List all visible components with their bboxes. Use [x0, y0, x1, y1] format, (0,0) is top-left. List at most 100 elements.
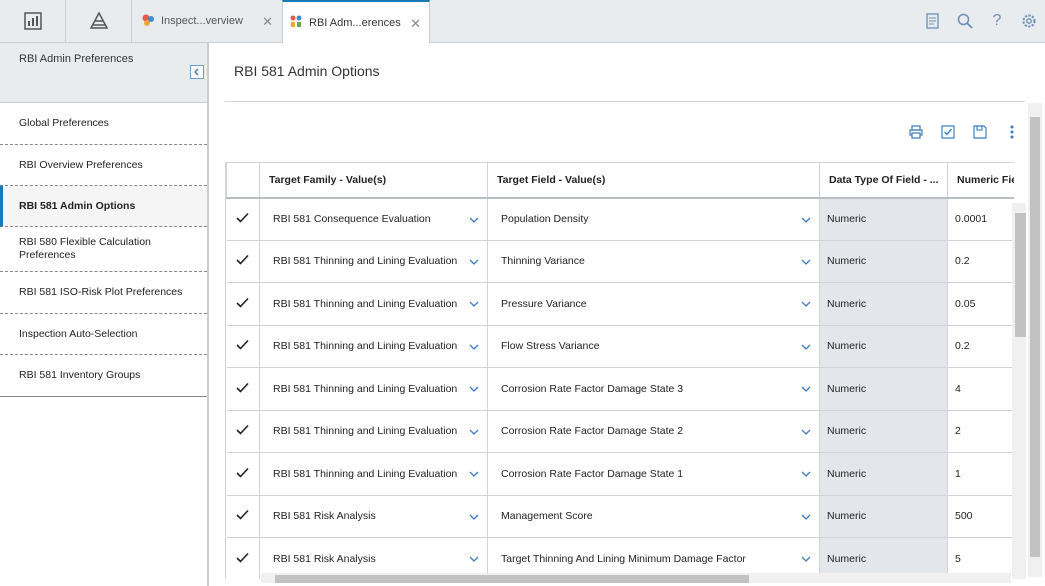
tab-inspection-overview[interactable]: Inspect...verview ✕ [133, 0, 281, 42]
target-family-dropdown[interactable]: RBI 581 Thinning and Lining Evaluation [259, 240, 488, 283]
target-family-dropdown[interactable]: RBI 581 Thinning and Lining Evaluation [259, 282, 488, 326]
target-field-dropdown[interactable]: Corrosion Rate Factor Damage State 3 [487, 367, 820, 411]
table-row[interactable]: RBI 581 Thinning and Lining Evaluation Co… [226, 367, 1014, 411]
chevron-down-icon[interactable] [801, 341, 811, 353]
numeric-value-cell[interactable]: 1 [947, 452, 1014, 496]
row-select-checkbox[interactable] [226, 452, 260, 496]
chevron-down-icon[interactable] [469, 511, 479, 523]
numeric-value-cell[interactable]: 0.0001 [947, 197, 1014, 241]
sidebar-item-inspection-auto-selection[interactable]: Inspection Auto-Selection [0, 314, 207, 355]
column-header-select[interactable] [226, 162, 260, 199]
dashboard-icon[interactable] [0, 0, 66, 42]
numeric-value-cell[interactable]: 0.2 [947, 240, 1014, 283]
close-icon[interactable]: ✕ [262, 14, 273, 30]
target-family-dropdown[interactable]: RBI 581 Thinning and Lining Evaluation [259, 367, 488, 411]
target-field-dropdown[interactable]: Management Score [487, 495, 820, 538]
search-icon[interactable] [949, 13, 981, 29]
save-icon[interactable] [971, 123, 989, 141]
row-select-checkbox[interactable] [226, 495, 260, 538]
row-select-checkbox[interactable] [226, 325, 260, 368]
notes-icon[interactable] [917, 13, 949, 29]
numeric-value-cell[interactable]: 2 [947, 410, 1014, 453]
cell-value: 0.2 [955, 340, 970, 353]
hierarchy-icon[interactable] [66, 0, 132, 42]
sidebar-item-label: Inspection Auto-Selection [19, 327, 138, 340]
sidebar-item-global-preferences[interactable]: Global Preferences [0, 103, 207, 145]
target-family-dropdown[interactable]: RBI 581 Risk Analysis [259, 495, 488, 538]
target-family-dropdown[interactable]: RBI 581 Consequence Evaluation [259, 197, 488, 241]
table-row[interactable]: RBI 581 Thinning and Lining Evaluation Pr… [226, 282, 1014, 326]
target-family-dropdown[interactable]: RBI 581 Thinning and Lining Evaluation [259, 325, 488, 368]
table-row[interactable]: RBI 581 Thinning and Lining Evaluation Co… [226, 410, 1014, 453]
page-vertical-scrollbar[interactable] [1028, 103, 1042, 577]
numeric-value-cell[interactable]: 500 [947, 495, 1014, 538]
numeric-value-cell[interactable]: 4 [947, 367, 1014, 411]
target-field-dropdown[interactable]: Flow Stress Variance [487, 325, 820, 368]
target-field-dropdown[interactable]: Pressure Variance [487, 282, 820, 326]
cell-value: RBI 581 Consequence Evaluation [273, 213, 431, 225]
table-row[interactable]: RBI 581 Consequence Evaluation Population… [226, 197, 1014, 241]
column-header-data-type[interactable]: Data Type Of Field - ... [819, 162, 948, 199]
chevron-down-icon[interactable] [469, 341, 479, 353]
row-select-checkbox[interactable] [226, 240, 260, 283]
sidebar-item-rbi-581-iso-risk-plot[interactable]: RBI 581 ISO-Risk Plot Preferences [0, 272, 207, 314]
chevron-down-icon[interactable] [801, 214, 811, 226]
help-icon[interactable]: ? [981, 12, 1013, 30]
row-select-checkbox[interactable] [226, 197, 260, 241]
chevron-down-icon[interactable] [801, 426, 811, 438]
target-field-dropdown[interactable]: Population Density [487, 197, 820, 241]
column-header-target-field[interactable]: Target Field - Value(s) [487, 162, 820, 199]
chevron-down-icon[interactable] [469, 256, 479, 268]
scroll-thumb[interactable] [1030, 117, 1040, 557]
table-row[interactable]: RBI 581 Thinning and Lining Evaluation Fl… [226, 325, 1014, 368]
chevron-down-icon[interactable] [801, 298, 811, 310]
close-icon[interactable]: ✕ [410, 16, 421, 32]
grid-vertical-scrollbar[interactable] [1012, 203, 1026, 579]
chevron-down-icon[interactable] [469, 426, 479, 438]
chevron-down-icon[interactable] [469, 214, 479, 226]
cell-value: Numeric [827, 552, 867, 565]
row-select-checkbox[interactable] [226, 410, 260, 453]
tab-label: RBI Adm...erences [309, 16, 401, 29]
scroll-thumb[interactable] [1015, 213, 1026, 337]
numeric-value-cell[interactable]: 0.05 [947, 282, 1014, 326]
cell-value: RBI 581 Thinning and Lining Evaluation [273, 382, 458, 395]
select-all-icon[interactable] [939, 123, 957, 141]
numeric-value-cell[interactable]: 0.2 [947, 325, 1014, 368]
chevron-down-icon[interactable] [469, 298, 479, 310]
target-field-dropdown[interactable]: Thinning Variance [487, 240, 820, 283]
sidebar-item-rbi-580-flexible-calculation[interactable]: RBI 580 Flexible Calculation Preferences [0, 227, 207, 272]
grid-horizontal-scrollbar[interactable] [261, 573, 1011, 583]
table-row[interactable]: RBI 581 Risk Analysis Management Score Num… [226, 495, 1014, 538]
table-row[interactable]: RBI 581 Thinning and Lining Evaluation Th… [226, 240, 1014, 283]
grid-table: Target Family - Value(s) Target Field - … [226, 162, 1014, 579]
sidebar-item-rbi-581-admin-options[interactable]: RBI 581 Admin Options [0, 186, 207, 227]
more-options-icon[interactable] [1003, 123, 1021, 141]
scroll-thumb[interactable] [275, 575, 749, 583]
chevron-down-icon[interactable] [801, 511, 811, 523]
settings-gear-icon[interactable] [1013, 13, 1045, 29]
sidebar-item-rbi-581-inventory-groups[interactable]: RBI 581 Inventory Groups [0, 355, 207, 397]
target-field-dropdown[interactable]: Corrosion Rate Factor Damage State 1 [487, 452, 820, 496]
row-select-checkbox[interactable] [226, 537, 260, 579]
column-header-numeric-field[interactable]: Numeric Fie [947, 162, 1014, 199]
target-family-dropdown[interactable]: RBI 581 Thinning and Lining Evaluation [259, 410, 488, 453]
chevron-down-icon[interactable] [469, 383, 479, 395]
column-header-target-family[interactable]: Target Family - Value(s) [259, 162, 488, 199]
row-select-checkbox[interactable] [226, 367, 260, 411]
chevron-down-icon[interactable] [469, 468, 479, 480]
row-select-checkbox[interactable] [226, 282, 260, 326]
chevron-down-icon[interactable] [801, 383, 811, 395]
chevron-down-icon[interactable] [801, 553, 811, 565]
chevron-down-icon[interactable] [801, 468, 811, 480]
sidebar-item-rbi-overview-preferences[interactable]: RBI Overview Preferences [0, 145, 207, 186]
table-row[interactable]: RBI 581 Thinning and Lining Evaluation Co… [226, 452, 1014, 496]
target-field-dropdown[interactable]: Corrosion Rate Factor Damage State 2 [487, 410, 820, 453]
target-family-dropdown[interactable]: RBI 581 Thinning and Lining Evaluation [259, 452, 488, 496]
chevron-down-icon[interactable] [469, 553, 479, 565]
print-icon[interactable] [907, 123, 925, 141]
tab-rbi-admin-preferences[interactable]: RBI Adm...erences ✕ [282, 0, 430, 43]
chevron-down-icon[interactable] [801, 256, 811, 268]
collapse-sidebar-button[interactable] [190, 65, 204, 79]
cell-value: RBI 581 Thinning and Lining Evaluation [273, 425, 458, 438]
